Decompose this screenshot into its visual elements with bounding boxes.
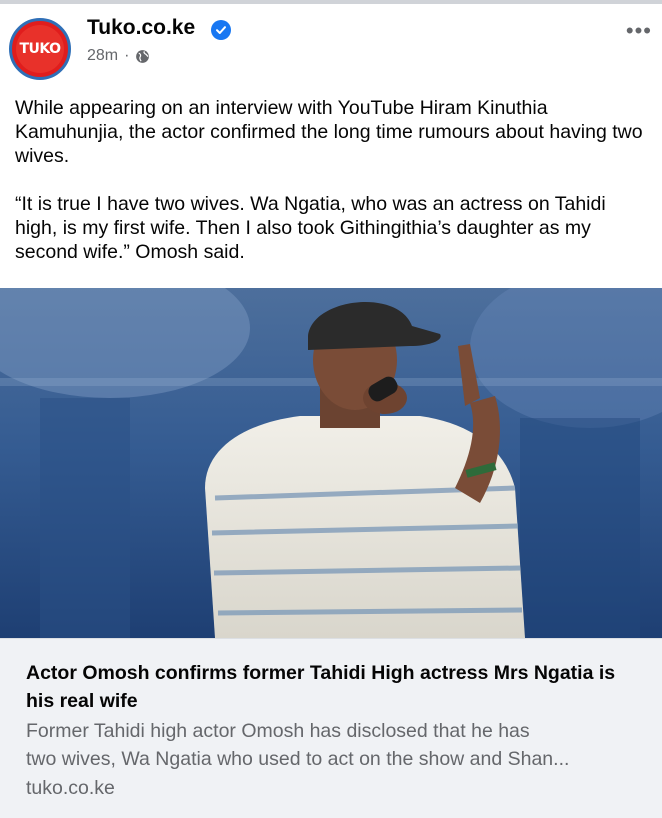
link-preview-card[interactable]: Actor Omosh confirms former Tahidi High … [0,638,662,818]
link-description-line-1: Former Tahidi high actor Omosh has discl… [26,720,530,742]
post-meta: 28m · [87,47,150,65]
page-name-link[interactable]: Tuko.co.ke [87,16,195,40]
link-description-line-2: two wives, Wa Ngatia who used to act on … [26,748,570,770]
post-body: While appearing on an interview with You… [15,96,651,264]
link-title[interactable]: Actor Omosh confirms former Tahidi High … [26,659,636,715]
link-domain: tuko.co.ke [26,777,115,799]
more-dots-icon[interactable]: ••• [626,20,652,42]
tuko-logo: TUKO [16,25,64,73]
page-avatar[interactable]: TUKO [9,18,71,80]
link-preview-image[interactable] [0,288,662,638]
meta-separator: · [124,47,130,64]
link-description: Former Tahidi high actor Omosh has discl… [26,717,646,773]
post-header: TUKO Tuko.co.ke 28m · ••• [0,4,662,84]
avatar-logo-text: TUKO [19,41,61,57]
post-paragraph-1: While appearing on an interview with You… [15,97,643,167]
performer-photo [0,288,662,638]
post-timestamp[interactable]: 28m [87,47,118,65]
post-paragraph-2: “It is true I have two wives. Wa Ngatia,… [15,193,606,263]
verified-check-icon [211,20,231,40]
globe-icon [136,49,150,63]
